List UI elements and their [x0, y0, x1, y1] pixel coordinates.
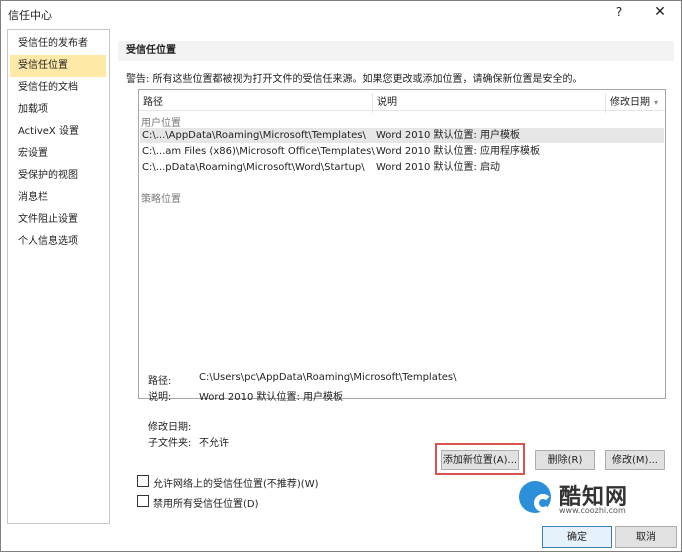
detail-desc-value: Word 2010 默认位置: 用户模板 — [199, 392, 344, 403]
disable-all-label[interactable]: 禁用所有受信任位置(D) — [153, 495, 259, 510]
sidebar-item-file-block[interactable]: 文件阻止设置 — [8, 209, 109, 231]
cell-path: C:\...\AppData\Roaming\Microsoft\Templat… — [142, 130, 366, 141]
window-title: 信任中心 — [8, 9, 52, 22]
sidebar-item-label: 受信任的发布者 — [18, 38, 88, 49]
detail-desc-label: 说明: — [148, 392, 172, 403]
sidebar-item-label: 加载项 — [18, 104, 48, 115]
sidebar-item-label: 受保护的视图 — [18, 170, 78, 181]
sort-down-icon: ▾ — [654, 98, 659, 107]
help-icon[interactable]: ? — [609, 5, 629, 23]
table-row[interactable]: C:\...am Files (x86)\Microsoft Office\Te… — [140, 144, 664, 159]
sidebar-item-privacy[interactable]: 个人信息选项 — [8, 231, 109, 253]
sidebar-item-message-bar[interactable]: 消息栏 — [8, 187, 109, 209]
sidebar-item-trusted-documents[interactable]: 受信任的文档 — [8, 77, 109, 99]
cell-description: Word 2010 默认位置: 用户模板 — [376, 130, 521, 141]
cell-description: Word 2010 默认位置: 启动 — [376, 162, 501, 173]
detail-path-value: C:\Users\pc\AppData\Roaming\Microsoft\Te… — [199, 372, 457, 383]
allow-network-label[interactable]: 允许网络上的受信任位置(不推荐)(W) — [153, 475, 319, 490]
cell-path: C:\...pData\Roaming\Microsoft\Word\Start… — [142, 162, 365, 173]
sidebar-item-trusted-publishers[interactable]: 受信任的发布者 — [8, 33, 109, 55]
cell-description: Word 2010 默认位置: 应用程序模板 — [376, 146, 541, 157]
close-icon[interactable]: ✕ — [649, 4, 671, 24]
sidebar-item-label: 文件阻止设置 — [18, 214, 78, 225]
cancel-button[interactable]: 取消 — [615, 526, 677, 548]
sidebar-item-activex[interactable]: ActiveX 设置 — [8, 121, 109, 143]
column-separator — [605, 93, 606, 113]
detail-path-label: 路径: — [148, 376, 172, 387]
sidebar-item-addins[interactable]: 加载项 — [8, 99, 109, 121]
trusted-locations-list[interactable]: 路径 说明 修改日期 ▾ 用户位置 C:\...\AppData\Roaming\… — [138, 89, 666, 399]
sidebar-item-macro-settings[interactable]: 宏设置 — [8, 143, 109, 165]
sidebar-item-trusted-locations[interactable]: 受信任位置 — [10, 55, 106, 77]
group-label-user: 用户位置 — [141, 118, 181, 129]
cell-path: C:\...am Files (x86)\Microsoft Office\Te… — [142, 146, 375, 157]
remove-button[interactable]: 删除(R) — [535, 450, 595, 470]
ok-button[interactable]: 确定 — [542, 526, 612, 548]
detail-subfolder-value: 不允许 — [199, 438, 229, 449]
table-row[interactable]: C:\...\AppData\Roaming\Microsoft\Templat… — [140, 128, 664, 143]
sidebar: 受信任的发布者 受信任位置 受信任的文档 加载项 ActiveX 设置 宏设置 … — [7, 29, 110, 524]
main-panel: 受信任位置 警告: 所有这些位置都被视为打开文件的受信任来源。如果您更改或添加位… — [113, 29, 679, 523]
sidebar-item-protected-view[interactable]: 受保护的视图 — [8, 165, 109, 187]
disable-all-checkbox[interactable] — [137, 495, 149, 507]
group-label-policy: 策略位置 — [141, 194, 181, 205]
watermark-url: www.coozhi.com — [559, 506, 626, 515]
table-row[interactable]: C:\...pData\Roaming\Microsoft\Word\Start… — [140, 160, 664, 175]
allow-network-checkbox[interactable] — [137, 475, 149, 487]
detail-subfolder-label: 子文件夹: — [148, 438, 192, 449]
column-separator — [372, 93, 373, 113]
column-header-description[interactable]: 说明 — [377, 93, 397, 108]
sidebar-item-label: 受信任的文档 — [18, 82, 78, 93]
add-location-button[interactable]: 添加新位置(A)... — [441, 450, 519, 470]
sidebar-item-label: 受信任位置 — [18, 60, 68, 71]
sidebar-item-label: 个人信息选项 — [18, 236, 78, 247]
column-header-date[interactable]: 修改日期 ▾ — [610, 93, 658, 108]
detail-date-label: 修改日期: — [148, 422, 192, 433]
sidebar-item-label: 消息栏 — [18, 192, 48, 203]
sidebar-item-label: ActiveX 设置 — [18, 126, 79, 137]
sidebar-item-label: 宏设置 — [18, 148, 48, 159]
column-header-path[interactable]: 路径 — [143, 93, 163, 108]
list-header: 路径 说明 修改日期 ▾ — [139, 90, 665, 113]
title-bar: 信任中心 ? ✕ — [1, 1, 681, 27]
warning-text: 警告: 所有这些位置都被视为打开文件的受信任来源。如果您更改或添加位置，请确保新… — [126, 74, 583, 85]
coozhi-logo-icon — [519, 481, 552, 513]
trust-center-window: 信任中心 ? ✕ 受信任的发布者 受信任位置 受信任的文档 加载项 Active… — [0, 0, 682, 552]
section-title: 受信任位置 — [118, 41, 674, 61]
coozhi-watermark: 酷知网 www.coozhi.com — [511, 473, 661, 523]
modify-button[interactable]: 修改(M)... — [605, 450, 665, 470]
column-header-date-label: 修改日期 — [610, 97, 650, 108]
